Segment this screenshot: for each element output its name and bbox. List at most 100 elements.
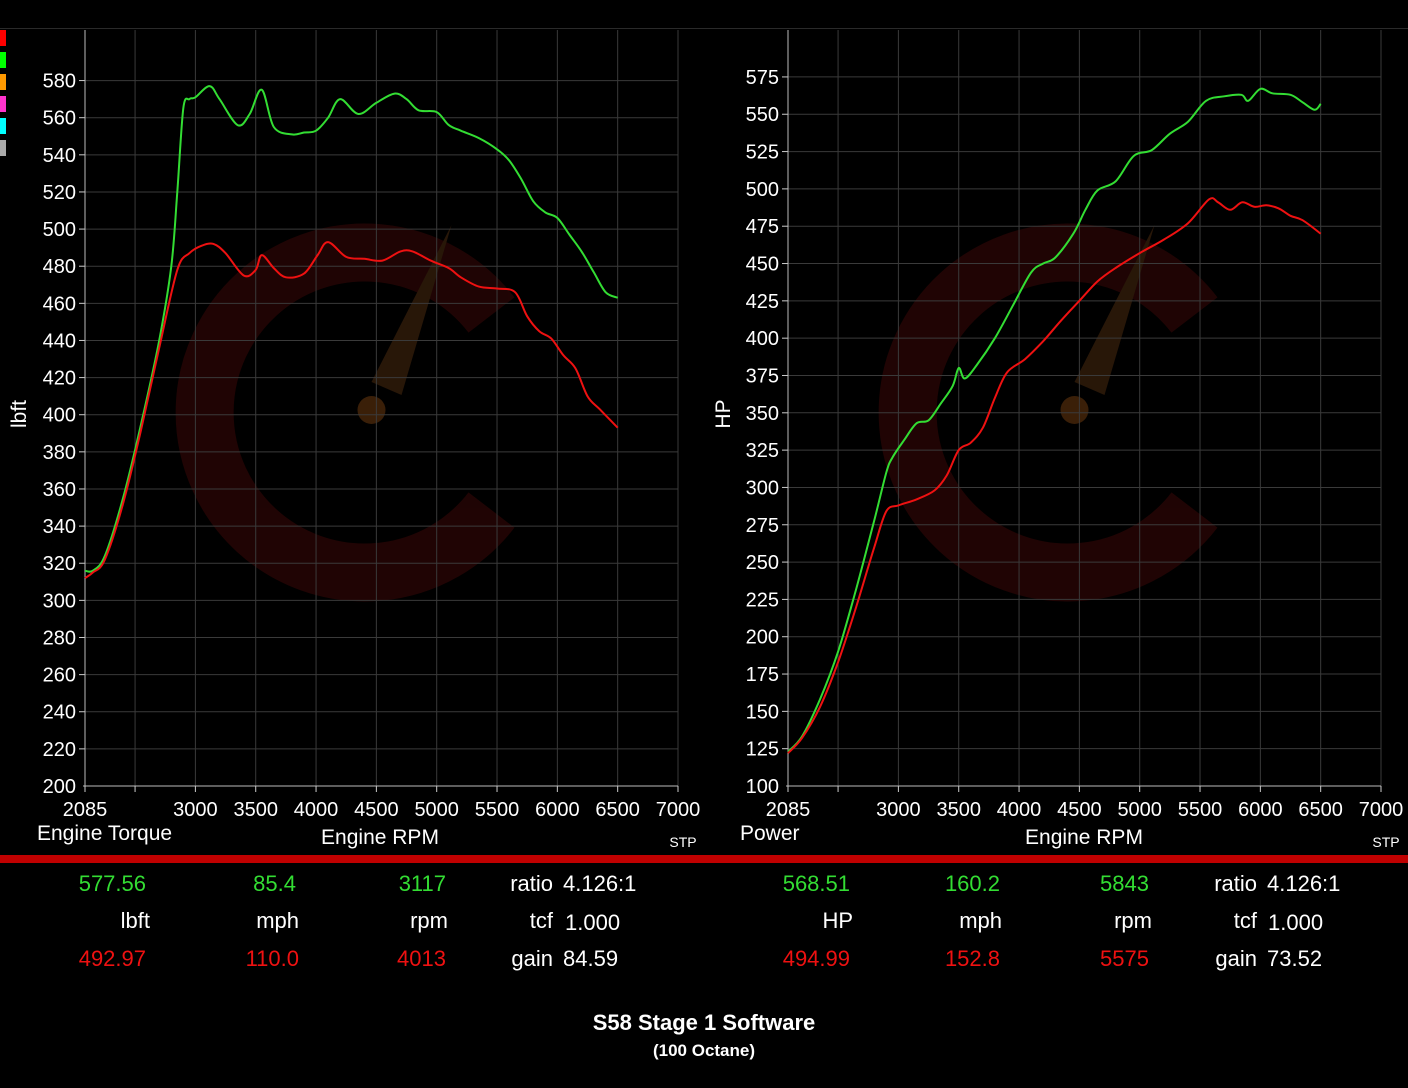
y-axis-label: HP (712, 399, 735, 428)
torque-red-value: 492.97 (78, 946, 146, 971)
y-tick-label: 480 (43, 256, 76, 278)
y-tick-label: 425 (746, 291, 779, 313)
x-tick-label: 4000 (997, 799, 1042, 821)
run-subtitle: (100 Octane) (652, 1041, 756, 1060)
x-tick-label: 4500 (1057, 799, 1102, 821)
y-tick-label: 225 (746, 589, 779, 611)
x-tick-label: 6000 (535, 799, 580, 821)
watermark-hub (1060, 396, 1089, 424)
right-speed-unit: mph (959, 908, 1002, 933)
x-tick-label: 7000 (656, 799, 701, 821)
left-ratio-value: 4.126:1 (563, 871, 637, 896)
x-tick-label: 4500 (354, 799, 399, 821)
readout-divider (0, 855, 1408, 863)
y-tick-label: 250 (746, 552, 779, 574)
y-tick-label: 475 (746, 216, 779, 238)
right-gain-label: gain (1215, 946, 1257, 971)
y-tick-label: 300 (43, 590, 76, 612)
y-tick-label: 400 (746, 328, 779, 350)
y-tick-label: 320 (43, 553, 76, 575)
torque-red-rpm: 4013 (397, 946, 446, 971)
dyno-charts: 220 240 260 280 300 320 340 360 380 400 420 440 460 4… (8, 30, 1403, 850)
watermark-hub (357, 396, 386, 424)
left-ratio-label: ratio (510, 871, 553, 896)
torque-chart: 220 240 260 280 300 320 340 360 380 400 420 440 460 4… (8, 30, 700, 850)
y-tick-label: 100 (746, 776, 779, 798)
left-tcf-label: tcf (529, 908, 553, 933)
y-tick-label: 200 (746, 627, 779, 649)
power-red-value: 494.99 (782, 946, 850, 971)
watermark-ring (175, 223, 515, 602)
y-tick-label: 275 (746, 515, 779, 537)
y-tick-label: 550 (746, 104, 779, 126)
y-tick-label: 220 (43, 739, 76, 761)
x-tick-label: 3000 (173, 799, 218, 821)
x-tick-label: 2085 (766, 799, 811, 821)
x-tick-label: 5500 (475, 799, 520, 821)
right-ratio-value: 4.126:1 (1267, 871, 1341, 896)
left-gain-label: gain (511, 946, 553, 971)
y-tick-label: 450 (746, 254, 779, 276)
power-red-speed: 152.8 (944, 946, 1000, 971)
y-tick-label: 420 (43, 368, 76, 390)
series-line-red (84, 241, 619, 579)
x-tick-label: 3500 (233, 799, 278, 821)
x-tick-label: 6500 (1298, 799, 1343, 821)
run-title: S58 Stage 1 Software (592, 1010, 816, 1035)
correction-label: STP (1372, 834, 1399, 850)
power-green-value: 568.51 (782, 871, 850, 896)
y-tick-label: 520 (43, 182, 76, 204)
y-tick-label: 175 (746, 664, 779, 686)
correction-label: STP (669, 834, 696, 850)
right-tcf-value: 1.000 (1268, 910, 1324, 935)
power-chart: 125 150 175 200 225 250 275 300 325 350 375 400 425 4… (712, 30, 1403, 850)
torque-red-speed: 110.0 (245, 946, 299, 971)
y-tick-label: 280 (43, 627, 76, 649)
left-speed-unit: mph (256, 908, 299, 933)
torque-green-value: 577.56 (78, 871, 146, 896)
x-axis-label: Engine RPM (1025, 826, 1143, 849)
right-tcf-label: tcf (1233, 908, 1257, 933)
power-green-speed: 160.2 (944, 871, 1000, 896)
y-tick-label: 360 (43, 479, 76, 501)
power-red-rpm: 5575 (1100, 946, 1149, 971)
y-tick-label: 300 (746, 477, 779, 499)
y-tick-label: 125 (746, 739, 779, 761)
y-tick-label: 325 (746, 440, 779, 462)
y-tick-label: 400 (43, 405, 76, 427)
y-tick-label: 340 (43, 516, 76, 538)
y-tick-label: 200 (43, 776, 76, 798)
left-rpm-unit: rpm (410, 908, 448, 933)
x-tick-label: 5000 (414, 799, 459, 821)
chart-title: Power (740, 822, 800, 845)
left-gain-value: 84.59 (563, 946, 619, 971)
x-tick-label: 6000 (1238, 799, 1283, 821)
y-tick-label: 525 (746, 142, 779, 164)
watermark-logo (878, 223, 1218, 602)
y-tick-label: 580 (43, 71, 76, 93)
x-tick-label: 7000 (1359, 799, 1404, 821)
left-tcf-value: 1.000 (565, 910, 621, 935)
x-tick-label: 5000 (1117, 799, 1162, 821)
y-tick-label: 460 (43, 293, 76, 315)
y-tick-label: 560 (43, 108, 76, 130)
torque-unit: lbft (120, 908, 150, 933)
torque-green-rpm: 3117 (398, 871, 446, 896)
x-axis-label: Engine RPM (321, 826, 439, 849)
y-tick-label: 150 (746, 701, 779, 723)
x-tick-label: 3500 (936, 799, 981, 821)
y-tick-label: 380 (43, 442, 76, 464)
y-tick-label: 375 (746, 365, 779, 387)
y-tick-label: 540 (43, 145, 76, 167)
chart-title: Engine Torque (37, 822, 172, 845)
x-tick-label: 2085 (63, 799, 108, 821)
power-unit: HP (822, 908, 853, 933)
right-ratio-label: ratio (1214, 871, 1257, 896)
y-tick-label: 350 (746, 403, 779, 425)
series-line-green (787, 87, 1322, 753)
x-tick-label: 6500 (595, 799, 640, 821)
x-tick-label: 4000 (294, 799, 339, 821)
y-tick-label: 240 (43, 702, 76, 724)
x-tick-label: 5500 (1178, 799, 1223, 821)
torque-green-speed: 85.4 (253, 871, 296, 896)
